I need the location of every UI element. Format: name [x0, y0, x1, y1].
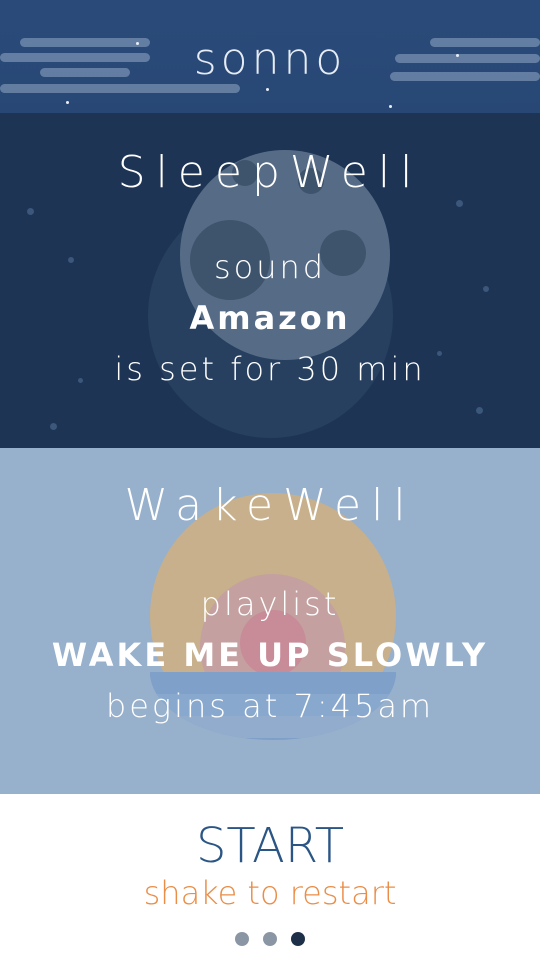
star-icon	[483, 286, 489, 292]
start-button[interactable]: START	[0, 818, 540, 874]
page-dot-1[interactable]	[235, 932, 249, 946]
restart-hint: shake to restart	[143, 874, 397, 912]
star-icon	[66, 101, 69, 104]
sleep-timer-text: is set for 30 min	[114, 350, 426, 388]
sleep-sound-label: sound	[213, 248, 327, 286]
page-dot-3[interactable]	[291, 932, 305, 946]
sleepwell-title: SleepWell	[117, 147, 423, 198]
sleepwell-panel[interactable]: SleepWell sound Amazon is set for 30 min	[0, 113, 540, 448]
footer: START shake to restart	[0, 794, 540, 960]
star-icon	[266, 88, 269, 91]
wake-playlist-label: playlist	[200, 585, 340, 623]
wakewell-panel[interactable]: WakeWell playlist WAKE ME UP SLOWLY begi…	[0, 448, 540, 794]
page-dot-2[interactable]	[263, 932, 277, 946]
wake-playlist-name: WAKE ME UP SLOWLY	[51, 636, 489, 674]
star-icon	[456, 200, 463, 207]
cloud-decoration	[0, 84, 240, 93]
star-icon	[27, 208, 34, 215]
wakewell-title: WakeWell	[124, 480, 416, 531]
app-header: sonno	[0, 0, 540, 113]
star-icon	[50, 423, 57, 430]
app-title: sonno	[193, 34, 347, 85]
page-indicator[interactable]	[0, 932, 540, 946]
star-icon	[476, 407, 483, 414]
sleep-sound-name: Amazon	[189, 299, 351, 337]
wake-time-text: begins at 7:45am	[105, 687, 435, 725]
star-icon	[389, 105, 392, 108]
